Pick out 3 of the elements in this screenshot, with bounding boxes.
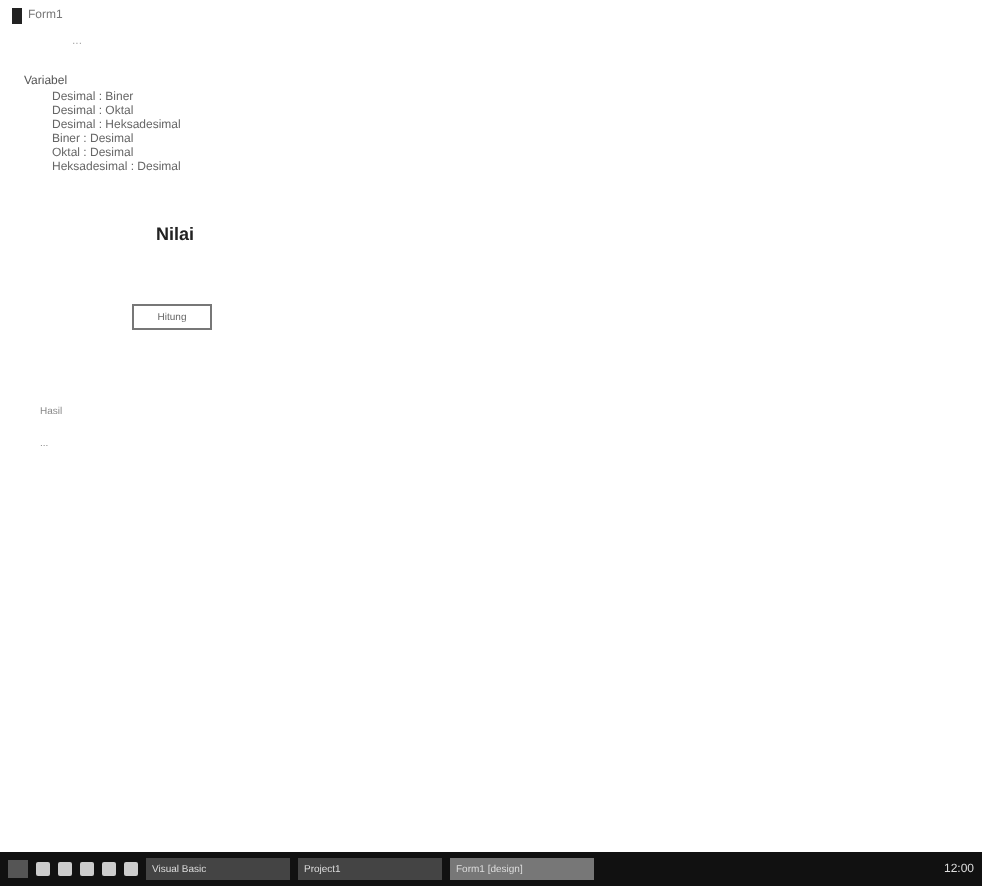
- value-label: Nilai: [156, 224, 197, 244]
- window-icon: [12, 8, 22, 24]
- start-icon[interactable]: [8, 860, 28, 878]
